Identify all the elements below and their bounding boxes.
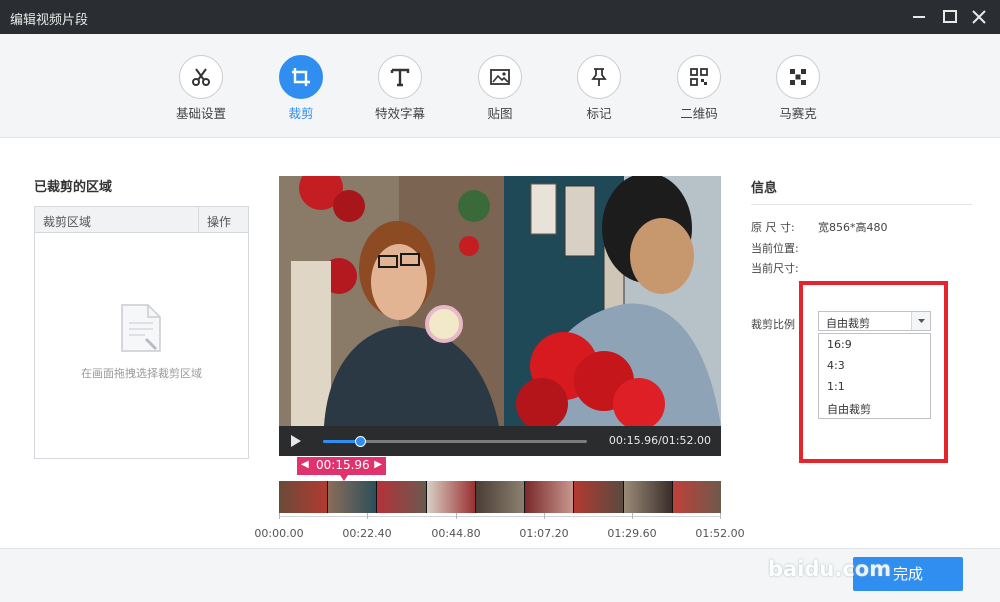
filmstrip-frame bbox=[525, 481, 575, 513]
toolbar: 基础设置 裁剪 特效字幕 贴图 标记 二维码 马赛克 bbox=[0, 34, 1000, 138]
play-button[interactable] bbox=[289, 434, 303, 451]
filmstrip[interactable] bbox=[279, 481, 721, 513]
ruler-label: 00:44.80 bbox=[431, 527, 481, 540]
ruler-label: 01:29.60 bbox=[607, 527, 657, 540]
cropped-areas-table: 裁剪区域 操作 在画面拖拽选择裁剪区域 bbox=[34, 206, 249, 459]
tab-label: 基础设置 bbox=[175, 106, 226, 121]
maximize-button[interactable] bbox=[938, 5, 962, 29]
qrcode-icon bbox=[690, 68, 708, 86]
seek-handle[interactable] bbox=[355, 436, 367, 447]
info-divider bbox=[751, 204, 972, 205]
scissors-icon bbox=[192, 68, 210, 86]
marker-right-arrow-icon[interactable]: ▶ bbox=[374, 459, 382, 470]
original-size-value: 宽856*高480 bbox=[818, 221, 888, 234]
current-size-label: 当前尺寸: bbox=[751, 262, 799, 275]
crop-icon bbox=[292, 68, 310, 86]
tab-basic-settings[interactable]: 基础设置 bbox=[161, 55, 241, 122]
ruler-tick bbox=[279, 513, 280, 519]
tab-sticker[interactable]: 贴图 bbox=[460, 55, 540, 122]
window-title: 编辑视频片段 bbox=[10, 13, 89, 28]
tab-qrcode[interactable]: 二维码 bbox=[659, 55, 739, 122]
tab-label: 标记 bbox=[586, 106, 612, 121]
minimize-button[interactable] bbox=[907, 5, 931, 29]
minimize-icon bbox=[913, 16, 925, 18]
marker-time: 00:15.96 bbox=[316, 458, 370, 472]
column-crop-area: 裁剪区域 bbox=[43, 215, 92, 229]
close-button[interactable] bbox=[967, 5, 991, 29]
ruler-label: 01:07.20 bbox=[519, 527, 569, 540]
marker-left-arrow-icon[interactable]: ◀ bbox=[301, 459, 309, 470]
pin-icon bbox=[591, 68, 607, 86]
ruler-label: 01:52.00 bbox=[695, 527, 745, 540]
tab-mark[interactable]: 标记 bbox=[559, 55, 639, 122]
annotation-highlight-box bbox=[799, 281, 948, 463]
close-icon bbox=[972, 10, 986, 24]
ruler-label: 00:22.40 bbox=[342, 527, 392, 540]
tab-label: 特效字幕 bbox=[374, 106, 425, 121]
ruler-tick bbox=[544, 513, 545, 519]
filmstrip-frame bbox=[623, 481, 673, 513]
timeline-marker[interactable]: ◀ 00:15.96 ▶ bbox=[297, 457, 386, 475]
video-preview[interactable] bbox=[279, 176, 721, 426]
time-readout: 00:15.96/01:52.00 bbox=[608, 434, 711, 447]
player-controls: 00:15.96/01:52.00 bbox=[279, 426, 721, 456]
tab-label: 马赛克 bbox=[779, 106, 817, 121]
seek-bar[interactable] bbox=[323, 436, 587, 447]
image-icon bbox=[490, 69, 510, 85]
watermark-text: baidu.com bbox=[768, 557, 892, 581]
title-bar: 编辑视频片段 bbox=[0, 0, 1000, 34]
cropped-areas-title: 已裁剪的区域 bbox=[34, 180, 113, 195]
filmstrip-frame bbox=[426, 481, 476, 513]
timeline-ruler bbox=[279, 516, 721, 517]
ruler-tick bbox=[367, 513, 368, 519]
video-frame-image bbox=[279, 176, 721, 426]
mosaic-icon bbox=[790, 69, 806, 85]
ruler-tick bbox=[456, 513, 457, 519]
filmstrip-frame bbox=[377, 481, 427, 513]
original-size-label: 原 尺 寸: bbox=[751, 221, 795, 234]
tab-crop[interactable]: 裁剪 bbox=[261, 55, 341, 122]
table-header: 裁剪区域 操作 bbox=[35, 207, 248, 233]
crop-ratio-label: 裁剪比例 bbox=[751, 318, 795, 331]
tab-label: 裁剪 bbox=[288, 106, 314, 121]
filmstrip-frame bbox=[279, 481, 329, 513]
column-action: 操作 bbox=[207, 215, 232, 229]
filmstrip-frame bbox=[574, 481, 624, 513]
empty-document-icon bbox=[120, 303, 164, 356]
tab-subtitles[interactable]: 特效字幕 bbox=[360, 55, 440, 122]
filmstrip-frame bbox=[328, 481, 378, 513]
ruler-tick bbox=[632, 513, 633, 519]
filmstrip-frame bbox=[672, 481, 721, 513]
ruler-label: 00:00.00 bbox=[254, 527, 304, 540]
filmstrip-frame bbox=[475, 481, 526, 513]
ruler-tick bbox=[720, 513, 721, 519]
play-icon bbox=[291, 435, 301, 447]
tab-mosaic[interactable]: 马赛克 bbox=[758, 55, 838, 122]
tab-label: 二维码 bbox=[680, 106, 718, 121]
tab-label: 贴图 bbox=[487, 106, 513, 121]
empty-hint: 在画面拖拽选择裁剪区域 bbox=[81, 367, 202, 380]
info-title: 信息 bbox=[751, 181, 778, 196]
text-icon bbox=[390, 68, 410, 87]
maximize-icon bbox=[943, 10, 957, 23]
current-position-label: 当前位置: bbox=[751, 242, 799, 255]
